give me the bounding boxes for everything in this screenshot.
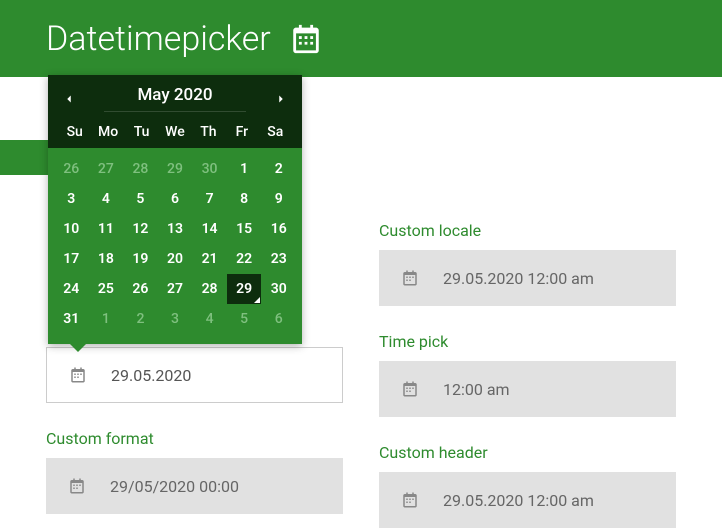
calendar-day[interactable]: 3: [54, 184, 89, 214]
date-input[interactable]: 29.05.2020: [46, 347, 343, 403]
time-pick-label: Time pick: [379, 332, 676, 351]
time-pick-input[interactable]: 12:00 am: [379, 361, 676, 417]
calendar-icon: [69, 366, 87, 384]
calendar-day[interactable]: 30: [261, 274, 296, 304]
calendar-day[interactable]: 6: [158, 184, 193, 214]
custom-locale-value: 29.05.2020 12:00 am: [443, 269, 594, 288]
calendar-day[interactable]: 22: [227, 244, 262, 274]
calendar-day[interactable]: 2: [261, 154, 296, 184]
weekday-label: We: [158, 124, 191, 140]
custom-format-label: Custom format: [46, 429, 343, 448]
calendar-day[interactable]: 3: [158, 304, 193, 334]
calendar-day[interactable]: 28: [123, 154, 158, 184]
custom-header-value: 29.05.2020 12:00 am: [443, 491, 594, 510]
calendar-icon: [289, 22, 323, 56]
custom-format-input[interactable]: 29/05/2020 00:00: [46, 458, 343, 514]
calendar-day[interactable]: 31: [54, 304, 89, 334]
calendar-day[interactable]: 11: [89, 214, 124, 244]
calendar-day[interactable]: 23: [261, 244, 296, 274]
calendar-day[interactable]: 1: [89, 304, 124, 334]
calendar-day[interactable]: 29: [158, 154, 193, 184]
calendar-day[interactable]: 25: [89, 274, 124, 304]
weekday-label: Su: [58, 124, 91, 140]
calendar-day[interactable]: 2: [123, 304, 158, 334]
calendar-day[interactable]: 27: [89, 154, 124, 184]
calendar-icon: [68, 477, 86, 495]
custom-locale-label: Custom locale: [379, 221, 676, 240]
calendar-day[interactable]: 9: [261, 184, 296, 214]
content-area: May 2020 SuMoTuWeThFrSa 2627282930123456…: [0, 77, 722, 528]
calendar-day[interactable]: 16: [261, 214, 296, 244]
weekday-label: Tu: [125, 124, 158, 140]
calendar-day[interactable]: 12: [123, 214, 158, 244]
date-input-value: 29.05.2020: [111, 366, 191, 385]
calendar-day[interactable]: 8: [227, 184, 262, 214]
calendar-day[interactable]: 26: [54, 154, 89, 184]
calendar-icon: [401, 380, 419, 398]
calendar-day[interactable]: 26: [123, 274, 158, 304]
calendar-header: May 2020 SuMoTuWeThFrSa: [48, 75, 302, 148]
calendar-day[interactable]: 21: [192, 244, 227, 274]
calendar-day[interactable]: 1: [227, 154, 262, 184]
custom-header-input[interactable]: 29.05.2020 12:00 am: [379, 472, 676, 528]
calendar-day[interactable]: 5: [227, 304, 262, 334]
weekday-label: Fr: [225, 124, 258, 140]
calendar-day[interactable]: 4: [89, 184, 124, 214]
calendar-title[interactable]: May 2020: [104, 85, 246, 112]
calendar-day[interactable]: 20: [158, 244, 193, 274]
right-column: Custom locale 29.05.2020 12:00 am Time p…: [379, 77, 676, 528]
weekday-label: Sa: [259, 124, 292, 140]
weekday-label: Mo: [91, 124, 124, 140]
custom-format-value: 29/05/2020 00:00: [110, 477, 239, 496]
calendar-day[interactable]: 5: [123, 184, 158, 214]
calendar-day[interactable]: 15: [227, 214, 262, 244]
weekday-label: Th: [192, 124, 225, 140]
calendar-day[interactable]: 24: [54, 274, 89, 304]
calendar-icon: [401, 491, 419, 509]
prev-month-button[interactable]: [62, 92, 76, 106]
app-header: Datetimepicker: [0, 0, 722, 77]
calendar-icon: [401, 269, 419, 287]
calendar-popup: May 2020 SuMoTuWeThFrSa 2627282930123456…: [48, 75, 302, 344]
calendar-day[interactable]: 13: [158, 214, 193, 244]
custom-header-label: Custom header: [379, 443, 676, 462]
calendar-pointer: [70, 344, 86, 352]
calendar-day[interactable]: 30: [192, 154, 227, 184]
calendar-day[interactable]: 19: [123, 244, 158, 274]
calendar-day[interactable]: 4: [192, 304, 227, 334]
time-pick-value: 12:00 am: [443, 380, 510, 399]
calendar-day[interactable]: 14: [192, 214, 227, 244]
calendar-day[interactable]: 29: [227, 274, 262, 304]
calendar-day[interactable]: 18: [89, 244, 124, 274]
custom-locale-input[interactable]: 29.05.2020 12:00 am: [379, 250, 676, 306]
calendar-day[interactable]: 7: [192, 184, 227, 214]
calendar-day[interactable]: 10: [54, 214, 89, 244]
calendar-day[interactable]: 27: [158, 274, 193, 304]
calendar-day[interactable]: 17: [54, 244, 89, 274]
next-month-button[interactable]: [274, 92, 288, 106]
calendar-day[interactable]: 28: [192, 274, 227, 304]
calendar-grid: 2627282930123456789101112131415161718192…: [48, 148, 302, 344]
header-title: Datetimepicker: [46, 19, 271, 59]
calendar-day[interactable]: 6: [261, 304, 296, 334]
calendar-weekdays: SuMoTuWeThFrSa: [56, 120, 294, 142]
